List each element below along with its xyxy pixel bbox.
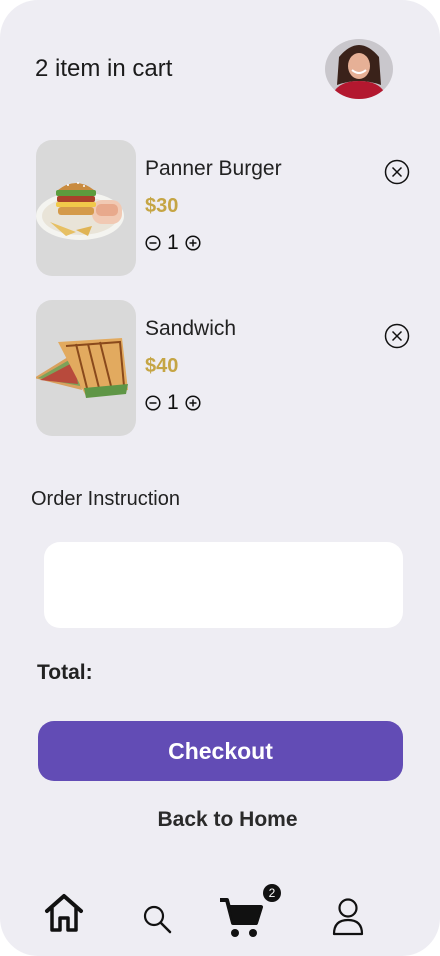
quantity-value: 1 bbox=[167, 391, 179, 414]
cart-icon[interactable] bbox=[218, 895, 264, 939]
cart-item: Panner Burger $30 1 bbox=[36, 140, 416, 276]
checkout-button[interactable]: Checkout bbox=[38, 721, 403, 781]
quantity-stepper: 1 bbox=[145, 391, 201, 415]
cart-item: Sandwich $40 1 bbox=[36, 300, 416, 436]
quantity-stepper: 1 bbox=[145, 231, 201, 255]
avatar[interactable] bbox=[325, 39, 393, 99]
minus-circle-icon[interactable] bbox=[145, 235, 161, 251]
item-price: $30 bbox=[145, 195, 179, 217]
minus-circle-icon[interactable] bbox=[145, 395, 161, 411]
item-price: $40 bbox=[145, 355, 179, 377]
plus-circle-icon[interactable] bbox=[185, 395, 201, 411]
cart-screen: 2 item in cart Panner Burger $30 1 Sandw… bbox=[0, 0, 440, 956]
item-name: Sandwich bbox=[145, 317, 237, 340]
search-icon[interactable] bbox=[141, 903, 173, 935]
order-instruction-label: Order Instruction bbox=[31, 488, 180, 510]
total-label: Total: bbox=[37, 661, 93, 684]
quantity-value: 1 bbox=[167, 231, 179, 254]
sandwich-image bbox=[36, 300, 136, 436]
page-title: 2 item in cart bbox=[35, 55, 173, 82]
remove-item-icon[interactable] bbox=[384, 159, 410, 185]
item-name: Panner Burger bbox=[145, 157, 282, 180]
order-instruction-input[interactable] bbox=[44, 542, 403, 628]
back-to-home-link[interactable]: Back to Home bbox=[0, 808, 440, 832]
remove-item-icon[interactable] bbox=[384, 323, 410, 349]
profile-icon[interactable] bbox=[331, 897, 365, 937]
plus-circle-icon[interactable] bbox=[185, 235, 201, 251]
burger-image bbox=[36, 140, 136, 276]
cart-count-badge: 2 bbox=[263, 884, 281, 902]
home-icon[interactable] bbox=[43, 892, 85, 934]
